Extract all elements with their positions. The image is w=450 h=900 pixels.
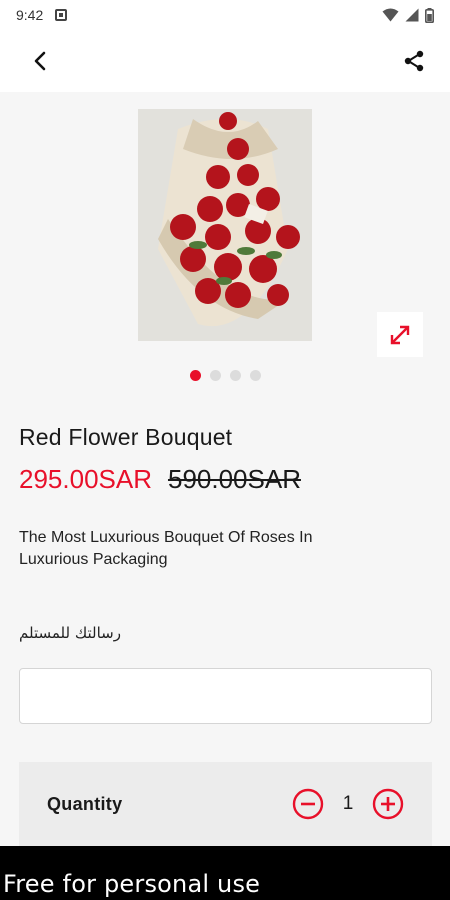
signal-icon <box>405 8 419 22</box>
wifi-icon <box>382 8 399 22</box>
pager-dot[interactable] <box>209 370 221 381</box>
recipient-message-input[interactable] <box>19 668 432 724</box>
minus-circle-icon <box>292 788 324 820</box>
image-pager-dots <box>0 370 450 381</box>
watermark-text: Free for personal use <box>3 870 261 898</box>
share-button[interactable] <box>398 45 430 77</box>
expand-icon <box>390 325 410 344</box>
bouquet-illustration <box>138 109 312 341</box>
pager-dot[interactable] <box>229 370 241 381</box>
decrease-quantity-button[interactable] <box>292 788 324 820</box>
back-button[interactable] <box>24 45 56 77</box>
quantity-stepper: 1 <box>292 788 404 820</box>
product-title: Red Flower Bouquet <box>19 424 233 450</box>
pager-dot[interactable] <box>249 370 261 381</box>
original-price: 590.00SAR <box>167 464 301 494</box>
product-description: The Most Luxurious Bouquet Of Roses In L… <box>19 529 313 568</box>
quantity-card: Quantity 1 <box>19 762 432 846</box>
battery-icon <box>425 7 434 23</box>
status-bar: 9:42 <box>0 0 450 30</box>
notification-icon <box>55 9 68 21</box>
quantity-value: 1 <box>342 793 354 814</box>
share-icon <box>404 50 424 72</box>
back-arrow-icon <box>34 51 46 71</box>
product-gallery[interactable] <box>0 92 450 392</box>
current-price: 295.00SAR <box>19 464 152 494</box>
price-row: 295.00SAR 590.00SAR <box>19 464 301 495</box>
quantity-label: Quantity <box>47 793 123 814</box>
app-bar <box>0 30 450 92</box>
increase-quantity-button[interactable] <box>372 788 404 820</box>
product-image[interactable] <box>138 109 312 341</box>
expand-image-button[interactable] <box>377 312 423 357</box>
plus-circle-icon <box>372 788 404 820</box>
watermark-bar: Free for personal use <box>0 846 450 900</box>
status-time: 9:42 <box>16 7 44 23</box>
pager-dot[interactable] <box>189 370 201 381</box>
status-icons <box>382 7 434 23</box>
recipient-message-label: رسالتك للمستلم <box>19 624 121 642</box>
